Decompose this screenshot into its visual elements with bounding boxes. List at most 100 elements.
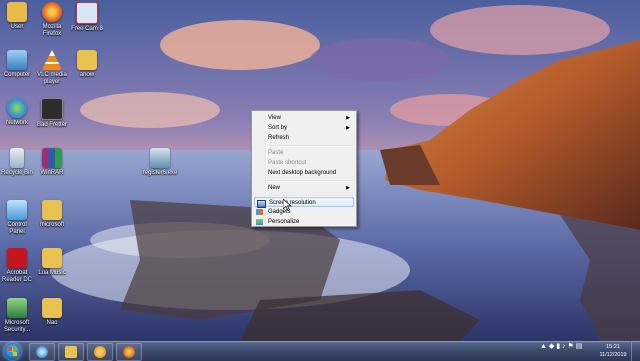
- desktop-icon-register6[interactable]: register6.exe: [141, 148, 179, 177]
- menu-item-label: Paste: [268, 150, 284, 156]
- desktop-icon-bad-fretter[interactable]: Bad Fretter: [35, 98, 69, 129]
- desktop-icon-label: Control Panel: [7, 222, 27, 235]
- control-panel-icon: [7, 200, 27, 220]
- desktop-icon-microsoft[interactable]: microsoft: [35, 200, 69, 229]
- folder-icon: [42, 298, 62, 318]
- firefox-icon: [123, 346, 135, 358]
- desktop-context-menu: View ▶ Sort by ▶ Refresh Paste Paste sho…: [251, 110, 357, 227]
- start-button[interactable]: [4, 343, 21, 360]
- clock-time: 15:21: [606, 344, 620, 350]
- menu-item-sort-by[interactable]: Sort by ▶: [254, 123, 354, 133]
- desktop-icon-label: Network: [5, 120, 28, 126]
- menu-item-paste-shortcut: Paste shortcut: [254, 158, 354, 168]
- network-icon[interactable]: ▤: [576, 343, 583, 350]
- desktop-icon-label: Recycle Bin: [1, 170, 33, 176]
- app-icon: [41, 98, 63, 120]
- taskbar-windows-explorer[interactable]: [58, 343, 84, 361]
- volume-icon[interactable]: ♪: [562, 343, 566, 350]
- battery-icon[interactable]: ▮: [556, 343, 560, 350]
- menu-item-label: Paste shortcut: [268, 160, 307, 166]
- menu-item-screen-resolution[interactable]: Screen resolution: [254, 197, 354, 208]
- user-folder-icon: [7, 2, 27, 22]
- menu-item-view[interactable]: View ▶: [254, 113, 354, 123]
- clock-date: 11/12/2019: [599, 352, 627, 358]
- folder-icon: [42, 248, 62, 268]
- taskbar-internet-explorer[interactable]: [29, 343, 55, 361]
- show-desktop-button[interactable]: [631, 342, 640, 361]
- freecam-icon: [76, 2, 98, 24]
- submenu-arrow-icon: ▶: [346, 125, 350, 131]
- desktop-icon-nao[interactable]: Nao: [35, 298, 69, 327]
- submenu-arrow-icon: ▶: [346, 185, 350, 191]
- gadgets-icon: [256, 209, 263, 215]
- desktop-icon-acrobat[interactable]: Acrobat Reader DC: [0, 248, 34, 284]
- acrobat-icon: [7, 248, 27, 268]
- desktop-icon-winrar[interactable]: WinRAR: [35, 148, 69, 177]
- menu-separator: [267, 145, 353, 147]
- menu-item-label: Next desktop background: [268, 170, 337, 176]
- taskbar-clock[interactable]: 15:21 11/12/2019: [596, 343, 630, 359]
- personalize-icon: [256, 219, 263, 225]
- menu-item-personalize[interactable]: Personalize: [254, 217, 354, 227]
- system-tray: ▲ ◆ ▮ ♪ ⚑ ▤: [540, 342, 594, 361]
- menu-separator: [267, 180, 353, 182]
- desktop-icon-control-panel[interactable]: Control Panel: [0, 200, 34, 236]
- folder-icon: [42, 200, 62, 220]
- menu-item-next-desktop-background[interactable]: Next desktop background: [254, 168, 354, 178]
- desktop-icon-freecam[interactable]: Free Cam 8: [70, 2, 104, 33]
- desktop-icon-recycle-bin[interactable]: Recycle Bin: [0, 148, 34, 177]
- desktop-icon-label: User: [10, 24, 24, 30]
- desktop-icon-label: register6.exe: [142, 170, 178, 176]
- winrar-icon: [42, 148, 62, 168]
- desktop-icon-network[interactable]: Network: [0, 98, 34, 127]
- menu-item-gadgets[interactable]: Gadgets: [254, 207, 354, 217]
- action-center-flag-icon[interactable]: ⚑: [568, 343, 574, 350]
- security-icon: [7, 298, 27, 318]
- desktop-icon-vlc[interactable]: VLC media player: [35, 50, 69, 86]
- network-icon: [7, 98, 27, 118]
- desktop-icon-label: microsoft: [39, 222, 65, 228]
- menu-item-label: New: [268, 185, 281, 191]
- menu-item-paste: Paste: [254, 148, 354, 158]
- folder-icon: [77, 50, 97, 70]
- desktop-icon-label: Computer: [3, 72, 31, 78]
- vlc-icon: [42, 50, 62, 70]
- submenu-arrow-icon: ▶: [346, 115, 350, 121]
- internet-explorer-icon: [36, 346, 48, 358]
- folder-icon: [65, 346, 77, 358]
- desktop-icon-microsoft-security[interactable]: Microsoft Security...: [0, 298, 34, 334]
- desktop-icon-label: VLC media player: [37, 72, 67, 85]
- desktop-icon-computer[interactable]: Computer: [0, 50, 34, 79]
- desktop-icon-lua-music[interactable]: Lua Music: [35, 248, 69, 277]
- computer-icon: [7, 50, 27, 70]
- desktop-icon-label: Mozilla Firefox: [42, 24, 62, 37]
- mouse-cursor-icon: [283, 199, 292, 211]
- taskbar-media-player[interactable]: [87, 343, 113, 361]
- tray-app-icon[interactable]: ◆: [549, 343, 554, 350]
- desktop-icon-label: Free Cam 8: [71, 26, 103, 32]
- menu-item-label: View: [268, 115, 281, 121]
- desktop-icon-label: Microsoft Security...: [3, 320, 31, 333]
- desktop-icon-user[interactable]: User: [0, 2, 34, 31]
- installer-icon: [150, 148, 170, 168]
- menu-item-new[interactable]: New ▶: [254, 183, 354, 193]
- windows-logo-icon: [8, 347, 17, 356]
- firefox-icon: [42, 2, 62, 22]
- desktop-icon-label: Nao: [46, 320, 58, 326]
- menu-item-label: Personalize: [268, 219, 300, 225]
- desktop-icon-label: Lua Music: [38, 270, 66, 276]
- taskbar: ▲ ◆ ▮ ♪ ⚑ ▤ 15:21 11/12/2019: [0, 341, 640, 361]
- menu-item-label: Refresh: [268, 135, 290, 141]
- recycle-bin-icon: [10, 148, 24, 168]
- menu-item-refresh[interactable]: Refresh: [254, 133, 354, 143]
- menu-item-label: Sort by: [268, 125, 288, 131]
- desktop-icon-anow[interactable]: anow: [70, 50, 104, 79]
- desktop-icon-label: WinRAR: [40, 170, 64, 176]
- show-hidden-icons-icon[interactable]: ▲: [540, 343, 547, 350]
- desktop-icon-label: Bad Fretter: [36, 122, 67, 128]
- desktop-icon-label: anow: [79, 72, 95, 78]
- desktop-icon-firefox[interactable]: Mozilla Firefox: [35, 2, 69, 38]
- desktop-icon-label: Acrobat Reader DC: [1, 270, 32, 283]
- taskbar-firefox[interactable]: [116, 343, 142, 361]
- media-player-icon: [94, 346, 106, 358]
